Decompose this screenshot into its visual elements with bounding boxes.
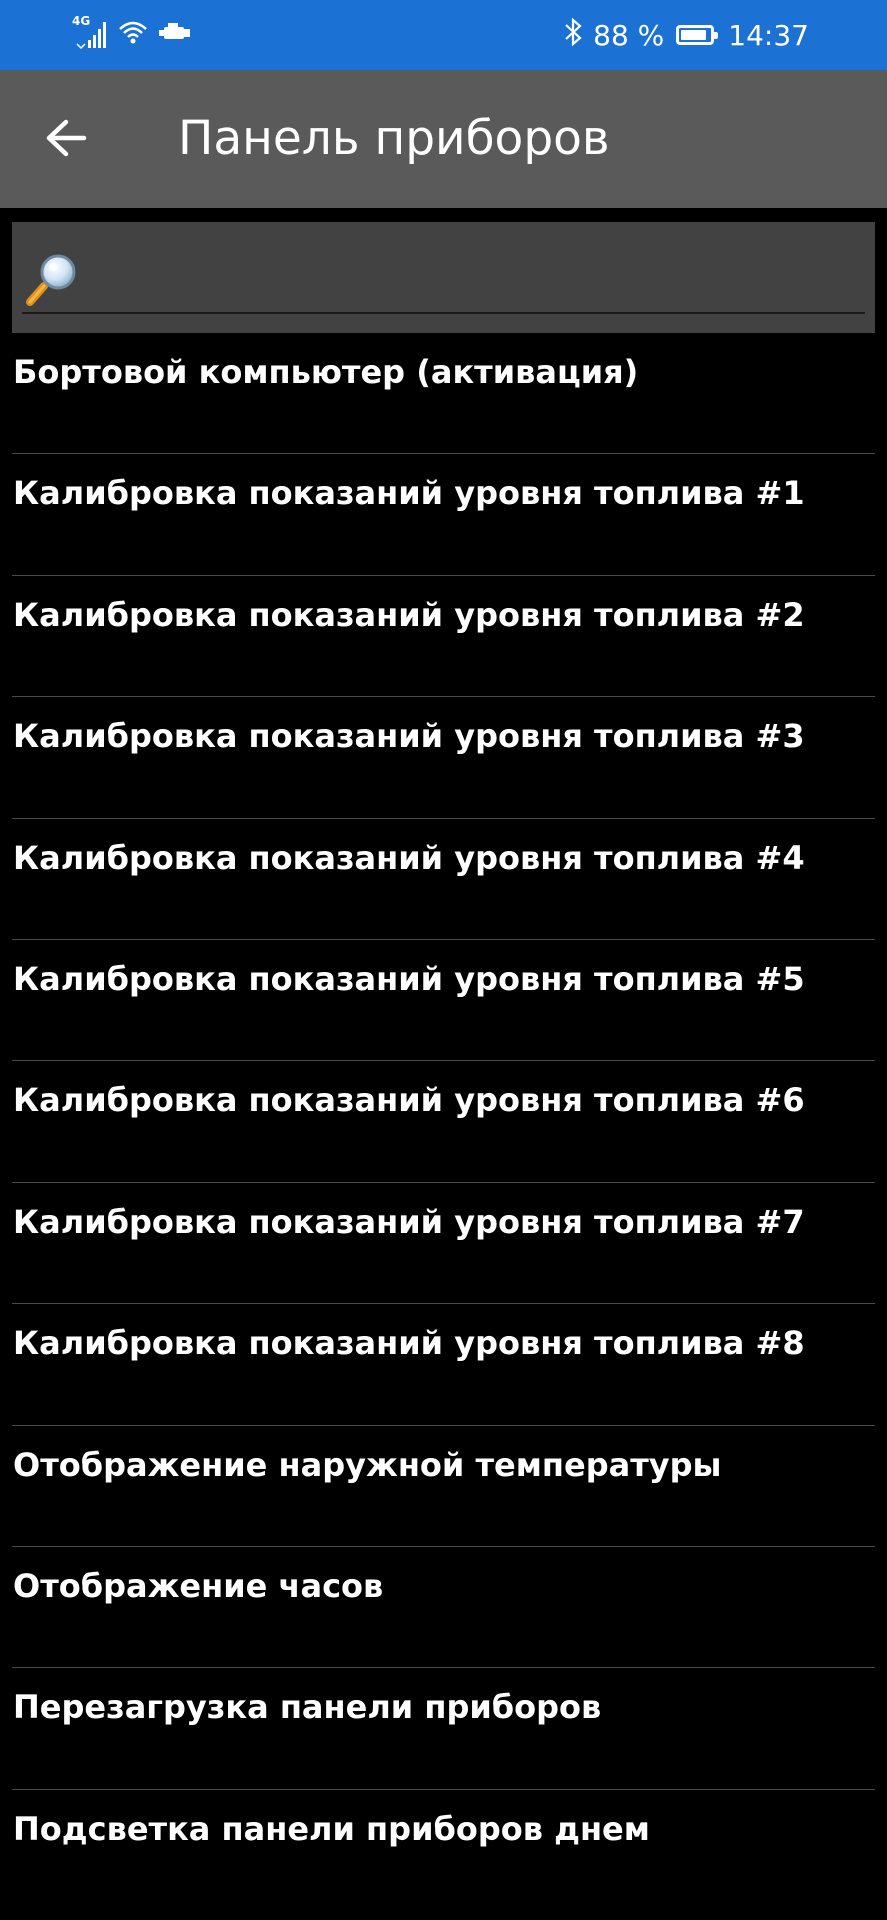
list-item-label: Отображение часов: [13, 1566, 384, 1605]
list-item-label: Калибровка показаний уровня топлива #8: [13, 1324, 805, 1363]
list-item-outside-temperature[interactable]: Отображение наружной температуры: [0, 1426, 887, 1547]
list-item-daytime-backlight[interactable]: Подсветка панели приборов днем: [0, 1790, 887, 1911]
battery-level-fill: [681, 30, 706, 40]
search-bar: [12, 222, 875, 333]
list-item-label: Калибровка показаний уровня топлива #7: [13, 1202, 805, 1241]
list-item-fuel-calibration-7[interactable]: Калибровка показаний уровня топлива #7: [0, 1183, 887, 1305]
list-item-label: Бортовой компьютер (активация): [13, 353, 639, 391]
list-item-clock-display[interactable]: Отображение часов: [0, 1547, 887, 1669]
list-item-fuel-calibration-3[interactable]: Калибровка показаний уровня топлива #3: [0, 697, 887, 819]
battery-percent: 88 %: [593, 18, 665, 52]
list-item-label: Калибровка показаний уровня топлива #1: [13, 474, 805, 513]
list-item-fuel-calibration-8[interactable]: Калибровка показаний уровня топлива #8: [0, 1304, 887, 1426]
list-item-label: Калибровка показаний уровня топлива #5: [13, 959, 805, 998]
battery-icon: [676, 25, 719, 45]
magnifier-icon: [22, 250, 82, 310]
list-item-label: Подсветка панели приборов днем: [13, 1809, 650, 1848]
list-item-label: Перезагрузка панели приборов: [13, 1688, 602, 1727]
back-button[interactable]: [36, 110, 96, 170]
list-item-label: Калибровка показаний уровня топлива #6: [13, 1081, 805, 1120]
list-item-onboard-computer[interactable]: Бортовой компьютер (активация): [0, 333, 887, 455]
status-bar: 4G 88 % 14:37: [0, 0, 887, 70]
status-right-group: 88 % 14:37: [563, 0, 809, 70]
status-left-group: 4G: [72, 14, 192, 50]
wifi-icon: [118, 19, 148, 49]
list-item-label: Калибровка показаний уровня топлива #2: [13, 595, 805, 634]
status-time: 14:37: [728, 18, 809, 52]
list-item-panel-reboot[interactable]: Перезагрузка панели приборов: [0, 1668, 887, 1790]
list-item-fuel-calibration-4[interactable]: Калибровка показаний уровня топлива #4: [0, 819, 887, 940]
bluetooth-icon: [563, 17, 585, 54]
list-item-label: Отображение наружной температуры: [13, 1445, 722, 1484]
settings-list: Бортовой компьютер (активация) Калибровк…: [0, 333, 887, 1911]
list-item-label: Калибровка показаний уровня топлива #3: [13, 717, 805, 756]
list-item-fuel-calibration-2[interactable]: Калибровка показаний уровня топлива #2: [0, 576, 887, 698]
app-bar: Панель приборов: [0, 70, 887, 208]
car-icon: [158, 21, 192, 47]
list-item-fuel-calibration-6[interactable]: Калибровка показаний уровня топлива #6: [0, 1061, 887, 1183]
page-title: Панель приборов: [178, 111, 610, 166]
arrow-left-icon: [44, 118, 88, 162]
list-item-fuel-calibration-5[interactable]: Калибровка показаний уровня топлива #5: [0, 940, 887, 1062]
list-item-label: Калибровка показаний уровня топлива #4: [13, 838, 805, 877]
list-item-fuel-calibration-1[interactable]: Калибровка показаний уровня топлива #1: [0, 454, 887, 576]
search-underline: [22, 312, 865, 314]
network-type-label: 4G: [72, 14, 91, 28]
search-input[interactable]: [92, 242, 856, 310]
signal-icon: 4G: [72, 14, 108, 50]
